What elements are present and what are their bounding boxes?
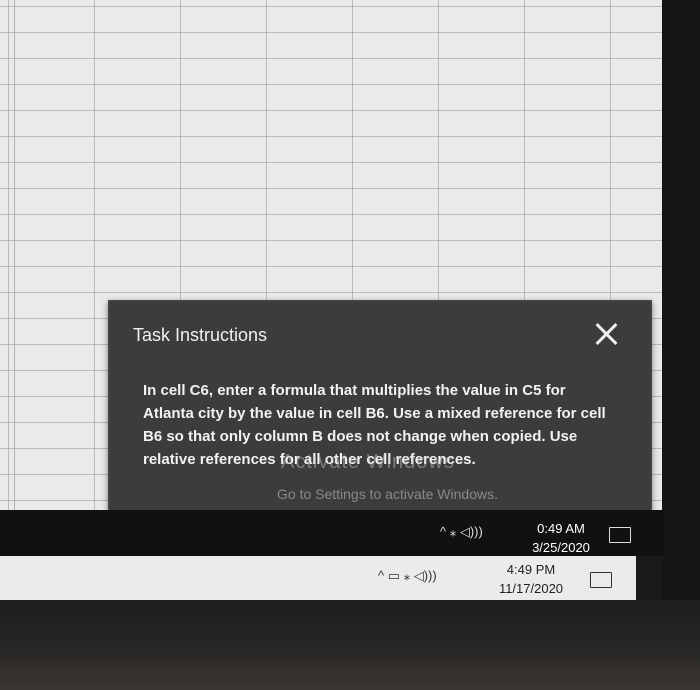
notification-icon[interactable] — [590, 572, 612, 588]
clock-time: 0:49 AM — [537, 521, 585, 536]
taskbar-clock[interactable]: 0:49 AM 3/25/2020 — [520, 519, 602, 557]
clock-date: 3/25/2020 — [532, 540, 590, 555]
dialog-title: Task Instructions — [133, 325, 268, 345]
monitor-bezel-bottom — [0, 600, 700, 690]
clock-time: 4:49 PM — [506, 562, 556, 577]
system-tray-icons[interactable]: ^ ⁎ ◁))) — [440, 524, 483, 540]
task-instructions-dialog: Task Instructions In cell C6, enter a fo… — [108, 300, 652, 512]
close-icon[interactable] — [591, 319, 621, 349]
activate-windows-watermark: Activate Windows — [281, 451, 455, 473]
activate-windows-subtitle: Go to Settings to activate Windows. — [277, 486, 498, 502]
clock-date: 11/17/2020 — [498, 581, 564, 596]
monitor-bezel — [662, 0, 700, 690]
system-tray-icons-secondary[interactable]: ^ ▭ ⁎ ◁))) — [378, 568, 437, 584]
grid-line — [14, 0, 15, 510]
notification-icon[interactable] — [609, 527, 631, 543]
taskbar-clock-secondary[interactable]: 4:49 PM 11/17/2020 — [490, 560, 572, 598]
